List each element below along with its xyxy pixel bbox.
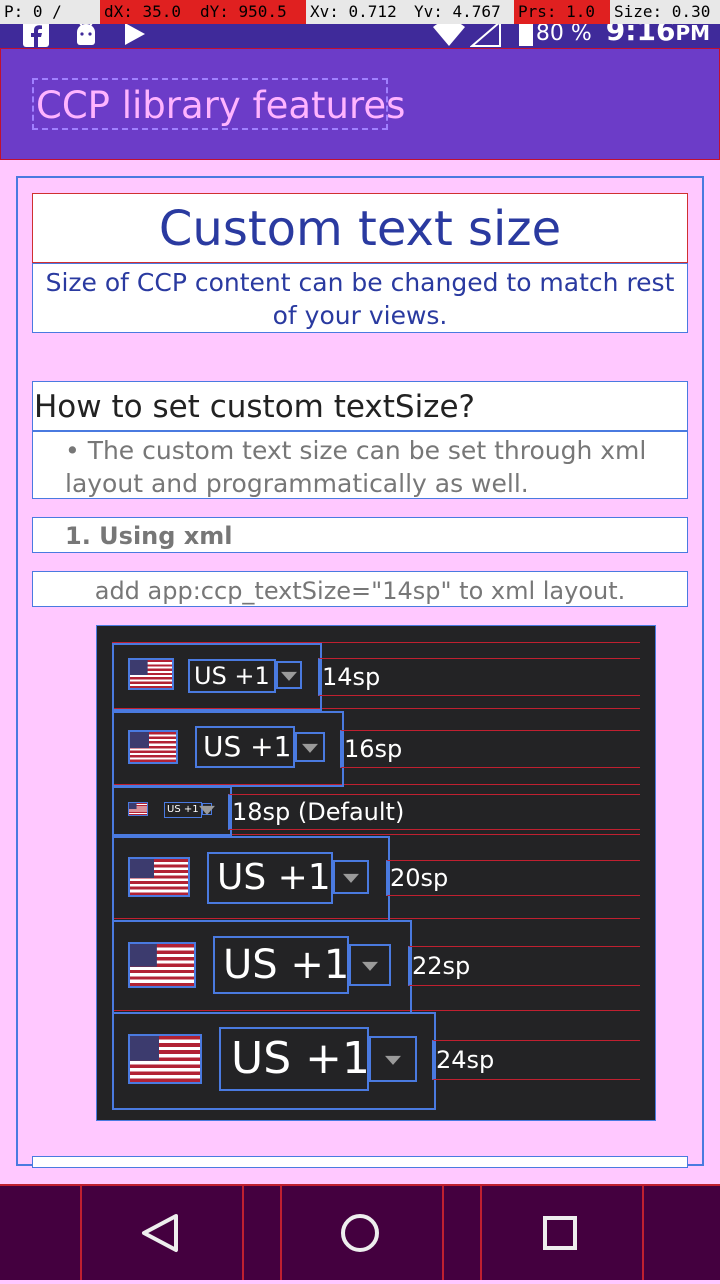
size-label: 18sp (Default) — [228, 794, 640, 830]
size-label: 20sp — [386, 860, 640, 896]
country-code: US +1 — [188, 659, 276, 693]
pointer-count: P: 0 / 3 — [0, 0, 66, 24]
next-section-card — [32, 1156, 688, 1168]
country-code: US +1 — [207, 852, 333, 904]
size-label: 16sp — [340, 730, 640, 768]
bullet-text: • The custom text size can be set throug… — [32, 431, 688, 499]
recents-button[interactable] — [480, 1186, 644, 1280]
section-heading: How to set custom textSize? — [32, 381, 688, 431]
toolbar-title: CCP library features — [32, 78, 405, 130]
country-code: US +1 — [195, 726, 295, 768]
back-button[interactable] — [80, 1186, 244, 1280]
country-code: US +1 — [213, 936, 349, 994]
size-label: 14sp — [318, 658, 640, 696]
pointer-size: Size: 0.30 — [610, 0, 720, 24]
pointer-xv: Xv: 0.712 — [306, 0, 410, 24]
country-code: US +1 — [164, 802, 202, 818]
size-label: 22sp — [408, 946, 640, 986]
us-flag-icon — [128, 802, 148, 816]
clock-ampm: PM — [675, 21, 710, 45]
dropdown-arrow-icon[interactable] — [349, 944, 391, 986]
page-title: Custom text size — [32, 193, 688, 263]
dropdown-arrow-icon[interactable] — [295, 732, 325, 762]
page-subtitle: Size of CCP content can be changed to ma… — [32, 263, 688, 333]
pointer-pressure: Prs: 1.0 — [514, 0, 610, 24]
battery-percent: 80 % — [535, 21, 592, 46]
recents-icon — [543, 1216, 577, 1250]
pointer-location-overlay: P: 0 / 3 dX: 35.0 dY: 950.5 Xv: 0.712 Yv… — [0, 0, 720, 24]
step-heading: 1. Using xml — [32, 517, 688, 553]
us-flag-icon — [128, 658, 174, 690]
dropdown-arrow-icon[interactable] — [276, 661, 302, 689]
pointer-dy: dY: 950.5 — [196, 0, 306, 24]
home-button[interactable] — [280, 1186, 444, 1280]
back-icon — [142, 1214, 178, 1252]
home-icon — [341, 1214, 379, 1252]
pointer-spacer — [66, 0, 100, 24]
size-label: 24sp — [432, 1040, 640, 1080]
xml-note: add app:ccp_textSize="14sp" to xml layou… — [32, 571, 688, 607]
us-flag-icon — [128, 857, 190, 897]
us-flag-icon — [128, 1034, 202, 1084]
dropdown-arrow-icon[interactable] — [202, 803, 212, 815]
pointer-dx: dX: 35.0 — [100, 0, 196, 24]
dropdown-arrow-icon[interactable] — [369, 1036, 417, 1082]
country-code: US +1 — [219, 1027, 370, 1091]
pointer-yv: Yv: 4.767 — [410, 0, 514, 24]
us-flag-icon — [128, 942, 196, 988]
us-flag-icon — [128, 730, 178, 764]
dropdown-arrow-icon[interactable] — [333, 860, 369, 894]
